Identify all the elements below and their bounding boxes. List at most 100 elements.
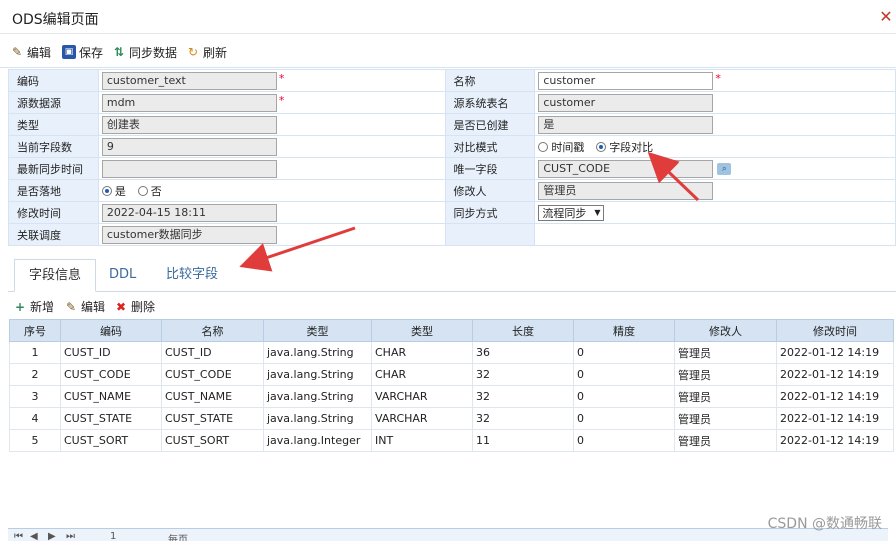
next-page-icon[interactable]: ▶ [48,531,56,541]
source-table-name-field[interactable]: customer [538,93,714,112]
cell-code: CUST_SORT [60,429,162,452]
edit-button[interactable]: ✎ 编辑 [10,43,51,61]
cell-index: 4 [9,407,61,430]
col-header-code[interactable]: 编码 [60,319,162,342]
cell-precision: 0 [573,407,675,430]
is-created-label: 是否已创建 [444,113,536,136]
tab-field-info[interactable]: 字段信息 [14,259,97,292]
related-schedule-field[interactable]: customer数据同步 [101,225,277,244]
cell-java-type: java.lang.String [263,385,372,408]
cell-precision: 0 [573,385,675,408]
ods-edit-form: 编码 customer_text * 名称 customer * 源数据源 mdm *… [8,69,896,246]
edit-row-button[interactable]: ✎ 编辑 [64,298,105,315]
add-row-button[interactable]: + 新增 [13,298,54,315]
unique-field-label: 唯一字段 [444,157,536,180]
col-header-length[interactable]: 长度 [472,319,574,342]
name-label: 名称 [444,69,536,92]
required-marker: * [278,71,285,85]
modify-time-label: 修改时间 [8,201,99,224]
empty-cell [534,223,896,246]
col-header-modify-time[interactable]: 修改时间 [776,319,894,342]
unique-field-field[interactable]: CUST_CODE [538,159,714,178]
cell-modify-time: 2022-01-12 14:19 [776,429,894,452]
floppy-disk-icon: ▣ [62,45,76,59]
refresh-button[interactable]: ↻ 刷新 [186,43,227,61]
sync-method-value: 流程同步 [542,206,587,220]
radio-label: 否 [150,184,162,198]
save-button[interactable]: ▣ 保存 [62,43,103,61]
cell-precision: 0 [573,341,675,364]
pencil-icon: ✎ [11,45,23,59]
cell-modifier: 管理员 [674,429,777,452]
cell-precision: 0 [573,363,675,386]
grid-toolbar: + 新增 ✎ 编辑 ✖ 删除 [0,293,896,317]
grid-header-row: 序号 编码 名称 类型 类型 长度 精度 修改人 修改时间 [9,319,894,342]
cell-length: 32 [472,407,574,430]
cell-name: CUST_STATE [161,407,264,430]
is-created-field[interactable]: 是 [538,115,714,134]
cell-index: 3 [9,385,61,408]
compare-mode-field-radio[interactable]: 字段对比 [596,139,653,155]
tab-compare-fields[interactable]: 比较字段 [152,259,232,292]
table-row[interactable]: 4 CUST_STATE CUST_STATE java.lang.String VAR… [9,407,894,430]
watermark: CSDN @数通畅联 [767,516,882,532]
prev-page-icon[interactable]: ◀ [30,531,38,541]
cell-modify-time: 2022-01-12 14:19 [776,407,894,430]
is-landed-no-radio[interactable]: 否 [137,183,162,199]
last-sync-time-field[interactable] [101,159,277,178]
required-marker: * [278,93,285,107]
col-header-db-type[interactable]: 类型 [371,319,473,342]
first-page-icon[interactable]: ⏮ [14,531,23,541]
pager: ⏮ ◀ ▶ ⏭ 1 每页 [8,528,888,541]
col-header-java-type[interactable]: 类型 [263,319,372,342]
is-landed-yes-radio[interactable]: 是 [101,183,126,199]
table-row[interactable]: 5 CUST_SORT CUST_SORT java.lang.Integer INT 1… [9,429,894,452]
radio-circle-selected [596,141,607,152]
sync-method-select[interactable]: 流程同步 ▼ [538,204,604,221]
source-datasource-field[interactable]: mdm [101,93,277,112]
col-header-modifier[interactable]: 修改人 [674,319,777,342]
sync-data-button[interactable]: ⇅ 同步数据 [112,43,177,61]
modifier-label: 修改人 [444,179,536,202]
cell-modifier: 管理员 [674,407,777,430]
delete-row-button[interactable]: ✖ 删除 [114,298,155,315]
col-header-index[interactable]: 序号 [9,319,61,342]
type-field[interactable]: 创建表 [101,115,277,134]
field-count-field[interactable]: 9 [101,137,277,156]
tab-ddl[interactable]: DDL [95,259,150,292]
close-icon[interactable]: ✕ [878,9,894,25]
code-field[interactable]: customer_text [101,71,277,90]
source-datasource-label: 源数据源 [8,91,99,114]
cell-length: 11 [472,429,574,452]
last-page-icon[interactable]: ⏭ [66,531,75,541]
delete-icon: ✖ [115,299,127,314]
name-field[interactable]: customer [538,71,714,90]
modifier-field[interactable]: 管理员 [538,181,714,200]
table-row[interactable]: 2 CUST_CODE CUST_CODE java.lang.String CHAR 3… [9,363,894,386]
chevron-down-icon: ▼ [594,208,601,217]
delete-row-label: 删除 [131,300,156,314]
cell-name: CUST_NAME [161,385,264,408]
compare-mode-timestamp-radio[interactable]: 时间戳 [538,139,584,155]
modify-time-field[interactable]: 2022-04-15 18:11 [101,203,277,222]
edit-button-label: 编辑 [27,45,52,60]
cell-db-type: INT [371,429,473,452]
main-toolbar: ✎ 编辑 ▣ 保存 ⇅ 同步数据 ↻ 刷新 [0,34,896,68]
cell-java-type: java.lang.String [263,407,372,430]
radio-circle [137,185,148,196]
cell-java-type: java.lang.String [263,363,372,386]
col-header-precision[interactable]: 精度 [573,319,675,342]
page-number-input[interactable]: 1 [110,531,116,541]
cell-db-type: CHAR [371,341,473,364]
field-count-label: 当前字段数 [8,135,99,158]
field-grid: 序号 编码 名称 类型 类型 长度 精度 修改人 修改时间 1 CUST_ID CU… [9,319,894,452]
table-row[interactable]: 3 CUST_NAME CUST_NAME java.lang.String VARCH… [9,385,894,408]
col-header-name[interactable]: 名称 [161,319,264,342]
cell-code: CUST_ID [60,341,162,364]
cell-name: CUST_ID [161,341,264,364]
title-bar: ODS编辑页面 ✕ [0,0,896,34]
cell-code: CUST_STATE [60,407,162,430]
lookup-icon[interactable]: ⌕ [717,162,732,175]
table-row[interactable]: 1 CUST_ID CUST_ID java.lang.String CHAR 36 0 管理… [9,341,894,364]
cell-code: CUST_NAME [60,385,162,408]
